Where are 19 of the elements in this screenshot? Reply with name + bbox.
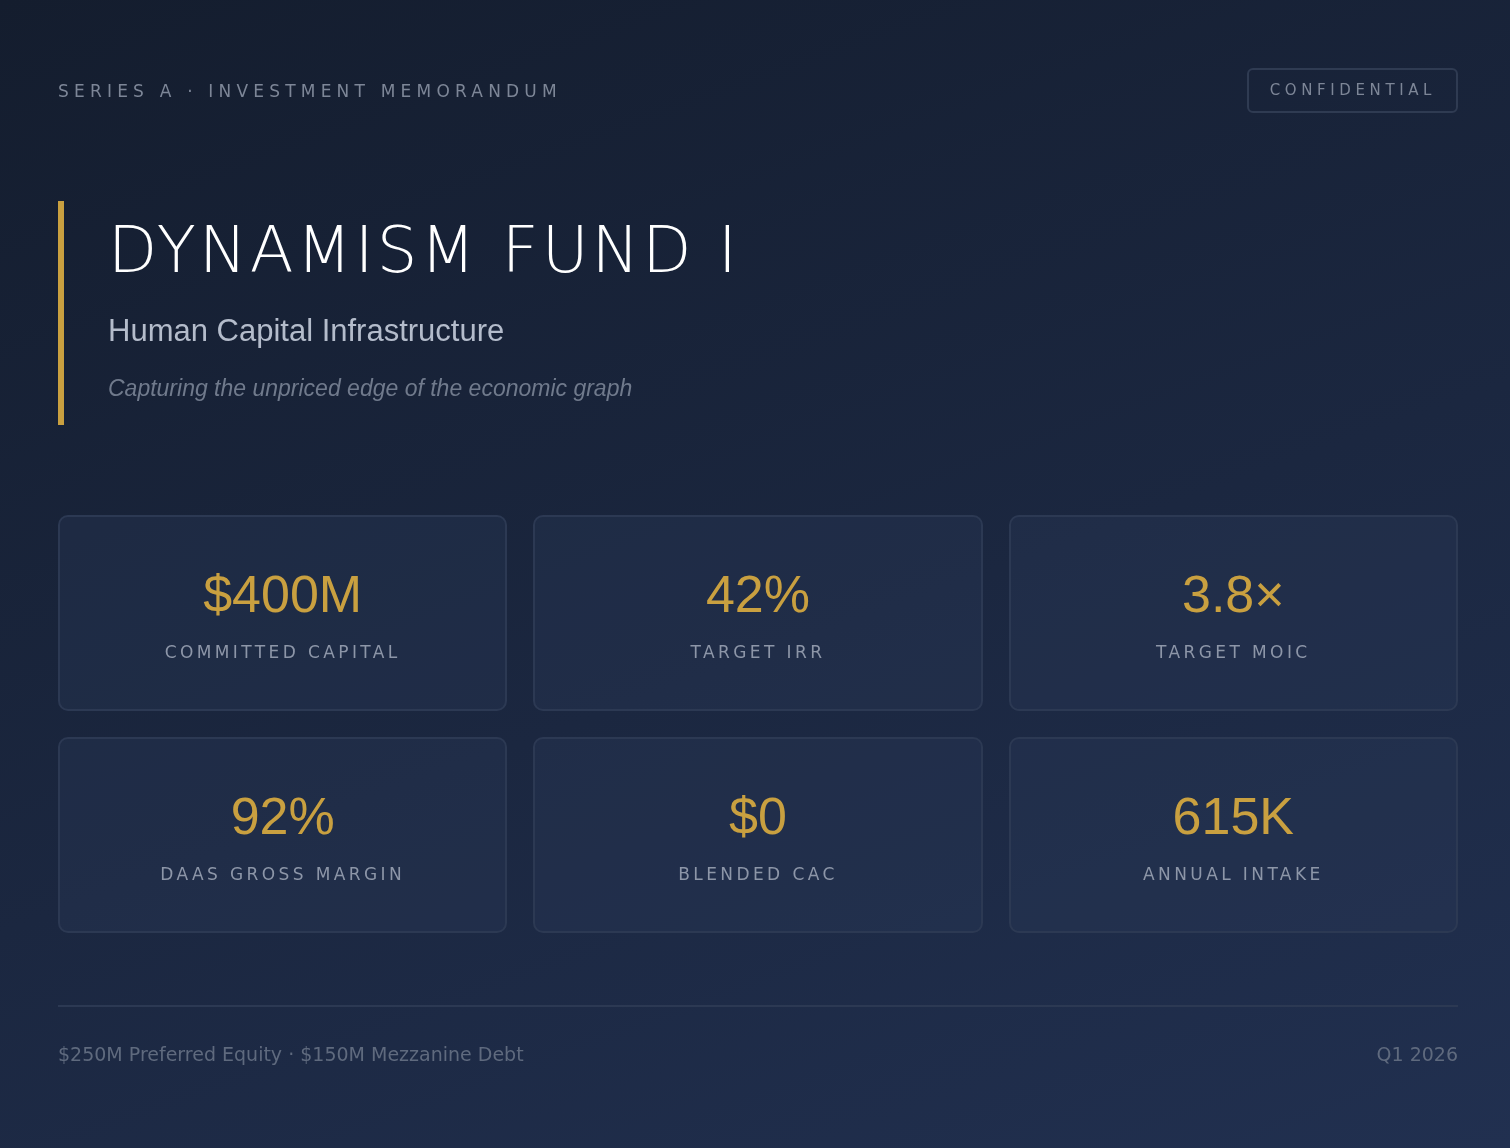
metric-value: 615K — [1172, 786, 1295, 846]
metric-label: TARGET IRR — [690, 642, 826, 662]
metric-value: 42% — [705, 564, 811, 624]
fund-tagline: Capturing the unpriced edge of the economic graph — [108, 375, 634, 403]
memo-eyebrow: SERIES A · INVESTMENT MEMORANDUM — [58, 80, 562, 101]
metric-label: TARGET MOIC — [1156, 642, 1311, 662]
metric-label: BLENDED CAC — [678, 864, 838, 884]
metric-label: ANNUAL INTAKE — [1143, 864, 1324, 884]
metric-value: $400M — [203, 564, 363, 624]
metric-label: COMMITTED CAPITAL — [164, 642, 401, 662]
confidential-badge: CONFIDENTIAL — [1246, 68, 1458, 113]
metric-label: DAAS GROSS MARGIN — [160, 864, 406, 884]
date-label: Q1 2026 — [1376, 1043, 1458, 1065]
metric-value: 3.8× — [1182, 564, 1285, 624]
fund-subtitle: Human Capital Infrastructure — [108, 313, 506, 350]
fund-title: DYNAMISM FUND I — [108, 215, 741, 286]
metric-value: $0 — [729, 786, 787, 846]
metric-value: 92% — [230, 786, 335, 846]
capital-structure: $250M Preferred Equity · $150M Mezzanine Debt — [58, 1043, 524, 1065]
